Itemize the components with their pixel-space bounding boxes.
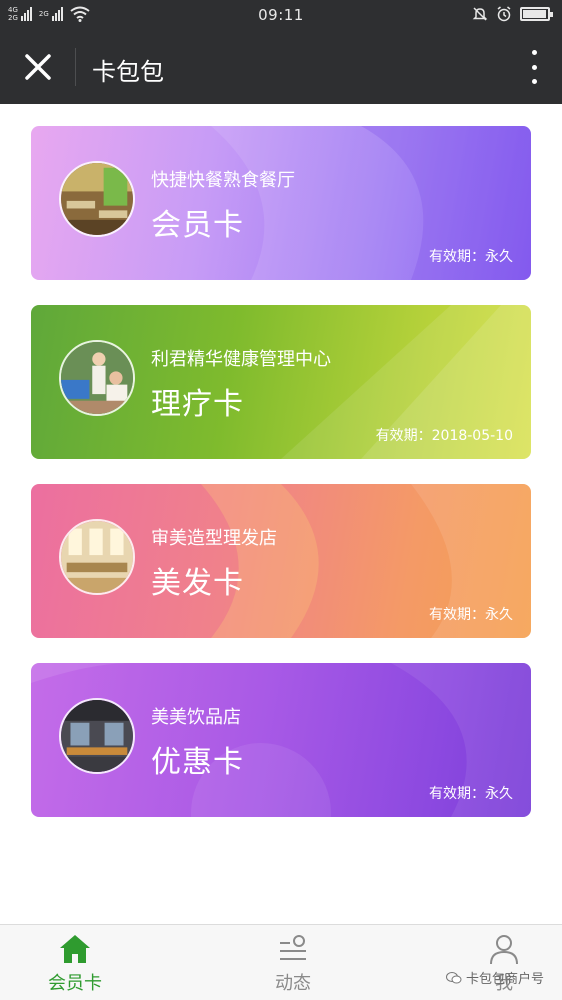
nav-divider (75, 48, 76, 86)
coupon-card[interactable]: 美美饮品店 优惠卡 有效期：永久 (31, 663, 531, 817)
home-icon (60, 935, 90, 963)
alarm-icon (497, 6, 511, 22)
haircut-card[interactable]: 审美造型理发店 美发卡 有效期：永久 (31, 484, 531, 638)
validity-label: 有效期： (375, 428, 432, 444)
status-right (472, 6, 553, 22)
close-icon[interactable] (18, 50, 58, 86)
tab-label: 会员卡 (48, 973, 102, 994)
battery-icon (520, 7, 553, 21)
therapy-card[interactable]: 利君精华健康管理中心 理疗卡 有效期：2018-05-10 (31, 305, 531, 459)
more-vertical-icon[interactable] (528, 50, 540, 84)
card-store-name: 利君精华健康管理中心 (151, 349, 331, 370)
feed-icon (280, 935, 306, 960)
card-validity: 有效期：永久 (429, 604, 513, 624)
validity-value: 2018-05-10 (431, 428, 513, 444)
tab-bar: 会员卡 动态 我 (0, 924, 562, 1000)
spa-photo (59, 340, 135, 416)
card-store-name: 美美饮品店 (151, 707, 241, 728)
membership-card[interactable]: 快捷快餐熟食餐厅 会员卡 有效期：永久 (31, 126, 531, 280)
validity-value: 永久 (485, 607, 513, 623)
page-title: 卡包包 (92, 58, 164, 86)
tab-membership[interactable]: 会员卡 (15, 925, 135, 1000)
card-validity: 有效期：永久 (429, 246, 513, 266)
user-icon (490, 935, 518, 965)
validity-value: 永久 (485, 786, 513, 802)
tab-feed[interactable]: 动态 (233, 925, 353, 1000)
card-type: 会员卡 (151, 208, 244, 243)
card-type: 理疗卡 (151, 387, 244, 422)
validity-label: 有效期： (429, 249, 485, 265)
validity-label: 有效期： (429, 786, 485, 802)
mute-bell-icon (472, 7, 488, 21)
salon-photo (59, 519, 135, 595)
card-type: 美发卡 (151, 566, 244, 601)
card-store-name: 审美造型理发店 (151, 528, 277, 549)
card-store-name: 快捷快餐熟食餐厅 (151, 170, 295, 191)
card-validity: 有效期：永久 (429, 783, 513, 803)
status-bar: 4G 2G 2G 09:11 (0, 0, 562, 30)
tab-me[interactable]: 我 (444, 925, 562, 1000)
card-list: 快捷快餐熟食餐厅 会员卡 有效期：永久 利君精华健康管理中心 理疗卡 有效期：2… (31, 126, 531, 842)
wechat-icon (445, 971, 462, 983)
restaurant-photo (59, 161, 135, 237)
cafe-photo (59, 698, 135, 774)
watermark-text: 卡包包商户号 (465, 972, 544, 987)
validity-label: 有效期： (429, 607, 485, 623)
card-validity: 有效期：2018-05-10 (376, 425, 513, 445)
tab-label: 动态 (275, 973, 311, 994)
validity-value: 永久 (485, 249, 513, 265)
card-type: 优惠卡 (151, 745, 244, 780)
nav-bar: 卡包包 (0, 30, 562, 104)
watermark: 卡包包商户号 (445, 968, 544, 987)
